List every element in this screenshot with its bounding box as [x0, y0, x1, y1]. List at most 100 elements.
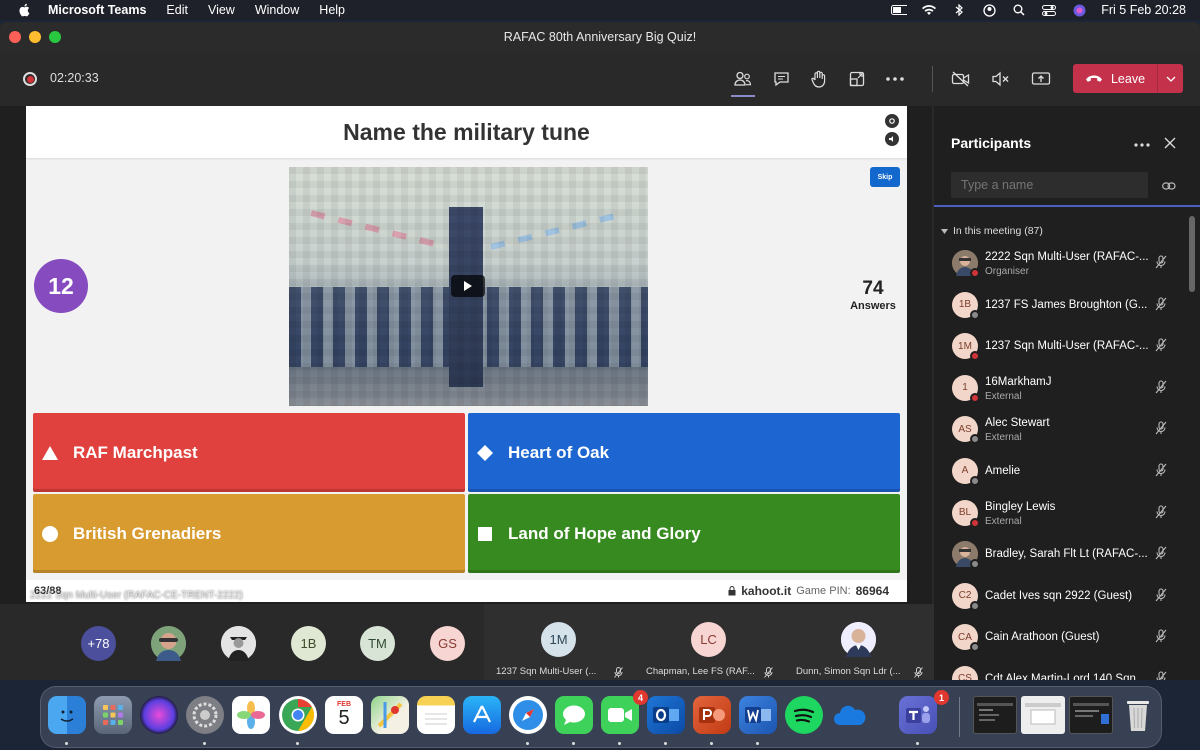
menu-window[interactable]: Window [255, 3, 299, 17]
participant-row[interactable]: Bradley, Sarah Flt Lt (RAFAC-... [934, 534, 1200, 576]
spotify-icon[interactable] [785, 696, 823, 734]
participant-video-thumb[interactable] [151, 626, 186, 661]
app-store-icon[interactable] [463, 696, 501, 734]
messages-icon[interactable] [555, 696, 593, 734]
participant-search-input[interactable] [951, 172, 1148, 198]
participant-row[interactable]: AS Alec Stewart External [934, 409, 1200, 451]
muted-mic-icon[interactable] [1154, 671, 1168, 680]
participant-row[interactable]: A Amelie [934, 451, 1200, 493]
leave-label: Leave [1110, 71, 1146, 86]
trash-icon[interactable] [1119, 696, 1157, 734]
leave-button[interactable]: Leave [1073, 64, 1183, 93]
participants-button[interactable] [727, 64, 759, 97]
notes-icon[interactable] [417, 696, 455, 734]
skip-button[interactable]: Skip [870, 167, 900, 187]
participant-video-thumb[interactable] [221, 626, 256, 661]
search-icon[interactable] [1011, 4, 1027, 16]
muted-mic-icon[interactable] [1154, 338, 1168, 357]
breakout-rooms-button[interactable] [841, 64, 873, 94]
more-actions-button[interactable] [879, 64, 911, 94]
muted-mic-icon[interactable] [1154, 255, 1168, 274]
onedrive-icon[interactable] [831, 696, 869, 734]
minimize-window-button[interactable] [29, 31, 41, 43]
overflow-participants-button[interactable]: +78 [81, 626, 116, 661]
minimized-window-thumbnail[interactable] [1021, 696, 1065, 734]
participant-row[interactable]: C2 Cadet Ives sqn 2922 (Guest) [934, 576, 1200, 618]
user-icon[interactable] [981, 3, 997, 17]
menu-edit[interactable]: Edit [166, 3, 188, 17]
powerpoint-icon[interactable] [693, 696, 731, 734]
answer-label: Heart of Oak [508, 442, 610, 462]
play-icon[interactable] [451, 275, 485, 297]
battery-icon[interactable] [891, 4, 908, 16]
outlook-icon[interactable] [647, 696, 685, 734]
in-meeting-section[interactable]: In this meeting (87) [941, 225, 1043, 237]
running-indicator [203, 742, 206, 745]
share-screen-button[interactable] [1025, 64, 1057, 94]
raise-hand-button[interactable] [803, 64, 835, 94]
participant-row[interactable]: 1 16MarkhamJ External [934, 368, 1200, 410]
answer-option-blue[interactable]: Heart of Oak [468, 413, 900, 492]
maps-icon[interactable] [371, 696, 409, 734]
muted-mic-icon[interactable] [1154, 297, 1168, 316]
question-video[interactable] [289, 167, 648, 406]
panel-more-icon[interactable] [1134, 134, 1150, 152]
muted-mic-icon[interactable] [1154, 588, 1168, 607]
participant-tile[interactable]: 1M 1237 Sqn Multi-User (... [484, 604, 634, 680]
answers-count: 74 [862, 278, 884, 299]
answer-option-green[interactable]: Land of Hope and Glory [468, 494, 900, 573]
menu-app-name[interactable]: Microsoft Teams [48, 3, 146, 17]
photos-icon[interactable] [232, 696, 270, 734]
mute-button[interactable] [985, 64, 1017, 94]
camera-off-button[interactable] [945, 64, 977, 94]
muted-mic-icon[interactable] [1154, 421, 1168, 440]
muted-mic-icon[interactable] [1154, 463, 1168, 482]
finder-icon[interactable] [48, 696, 86, 734]
participant-row[interactable]: CA Cain Arathoon (Guest) [934, 617, 1200, 659]
muted-mic-icon[interactable] [1154, 380, 1168, 399]
close-window-button[interactable] [9, 31, 21, 43]
leave-options-chevron-icon[interactable] [1157, 64, 1183, 93]
wifi-icon[interactable] [921, 4, 937, 16]
answer-option-yellow[interactable]: British Grenadiers [33, 494, 465, 573]
chrome-icon[interactable] [279, 696, 317, 734]
answer-option-red[interactable]: RAF Marchpast [33, 413, 465, 492]
minimized-window-thumbnail[interactable] [1069, 696, 1113, 734]
apple-menu-icon[interactable] [18, 3, 34, 17]
zoom-window-button[interactable] [49, 31, 61, 43]
participant-row[interactable]: CS Cdt Alex Martin-Lord 140 Sqn... [934, 659, 1200, 680]
participant-row[interactable]: 1B 1237 FS James Broughton (G... [934, 285, 1200, 327]
panel-close-icon[interactable] [1164, 136, 1176, 154]
volume-icon[interactable] [885, 132, 899, 146]
launchpad-icon[interactable] [94, 696, 132, 734]
participant-row[interactable]: 1M 1237 Sqn Multi-User (RAFAC-... [934, 326, 1200, 368]
participant-row[interactable]: BL Bingley Lewis External [934, 493, 1200, 535]
teams-icon[interactable] [899, 696, 937, 734]
participant-row[interactable]: 2222 Sqn Multi-User (RAFAC-... Organiser [934, 243, 1200, 285]
share-invite-icon[interactable] [1162, 178, 1176, 196]
siri-icon[interactable] [1071, 4, 1087, 16]
chat-button[interactable] [765, 64, 797, 94]
presence-status-icon [970, 559, 980, 570]
muted-mic-icon[interactable] [1154, 629, 1168, 648]
participant-tile[interactable]: Dunn, Simon Sqn Ldr (... [784, 604, 934, 680]
menu-help[interactable]: Help [319, 3, 345, 17]
participant-avatar[interactable]: 1B [291, 626, 326, 661]
participant-tile[interactable]: LC Chapman, Lee FS (RAF... [634, 604, 784, 680]
participant-avatar[interactable]: TM [360, 626, 395, 661]
menu-view[interactable]: View [208, 3, 235, 17]
calendar-icon[interactable]: FEB 5 [325, 696, 363, 734]
system-preferences-icon[interactable] [186, 696, 224, 734]
control-center-icon[interactable] [1041, 4, 1057, 16]
calendar-day: 5 [338, 706, 350, 729]
word-icon[interactable] [739, 696, 777, 734]
menu-clock[interactable]: Fri 5 Feb 20:28 [1101, 3, 1186, 17]
muted-mic-icon[interactable] [1154, 546, 1168, 565]
siri-icon[interactable] [140, 696, 178, 734]
muted-mic-icon[interactable] [1154, 505, 1168, 524]
participant-avatar[interactable]: GS [430, 626, 465, 661]
minimized-window-thumbnail[interactable] [973, 696, 1017, 734]
settings-icon[interactable] [885, 114, 899, 128]
bluetooth-icon[interactable] [951, 4, 967, 16]
safari-icon[interactable] [509, 696, 547, 734]
